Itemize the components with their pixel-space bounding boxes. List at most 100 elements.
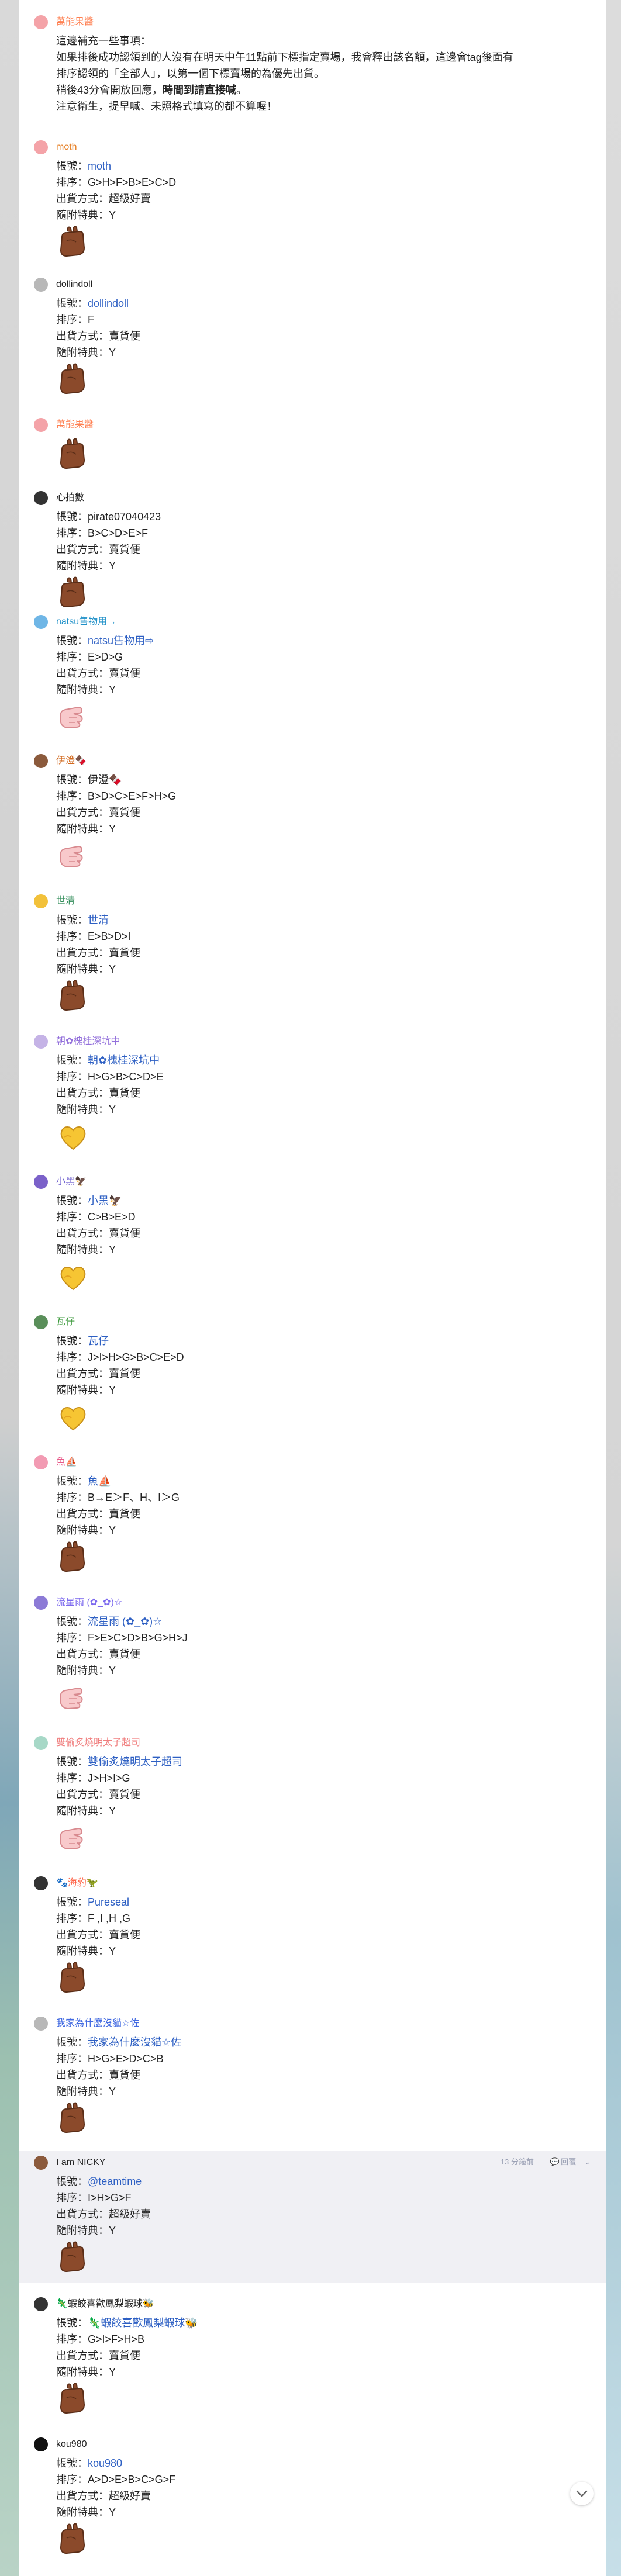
field-label: 隨附特典： <box>56 209 109 221</box>
avatar[interactable] <box>34 15 48 29</box>
avatar[interactable] <box>34 1455 48 1469</box>
account-link[interactable]: Pureseal <box>88 1896 129 1908</box>
message-text-part: 稍後43分會開放回應， <box>56 84 163 96</box>
author-name[interactable]: 瓦仔 <box>56 1316 75 1329</box>
field-value: A>D>E>B>C>G>F <box>88 2474 176 2485</box>
chat-message: 心拍數 帳號：pirate07040423 排序：B>C>D>E>F 出貨方式：賣貨便… <box>19 486 606 608</box>
account-link[interactable]: 小黑🦅 <box>88 1195 122 1206</box>
account-link[interactable]: 我家為什麼沒貓☆佐 <box>88 2036 181 2048</box>
field-label: 出貨方式： <box>56 2208 109 2220</box>
author-name[interactable]: 萬能果醬 <box>56 419 94 431</box>
account-link[interactable]: kou980 <box>88 2457 122 2469</box>
message-field: 排序：F <box>56 312 94 328</box>
avatar[interactable] <box>34 140 48 154</box>
brown-hand-sticker <box>56 2102 90 2136</box>
author-name[interactable]: 🐾海豹🦖 <box>56 1877 98 1890</box>
avatar[interactable] <box>34 1175 48 1189</box>
account-link[interactable]: 雙偷炙燒明太子超司 <box>88 1756 182 1768</box>
chat-message: 世清 帳號：世清 排序：E>B>D>I 出貨方式：賣貨便 隨附特典：Y <box>19 890 606 1015</box>
message-text-line: 注意衛生，提早喊、未照格式填寫的都不算喔！ <box>56 101 277 112</box>
avatar[interactable] <box>34 754 48 768</box>
author-name[interactable]: 魚⛵ <box>56 1456 77 1469</box>
avatar[interactable] <box>34 615 48 629</box>
message-field: 出貨方式：超級好賣 <box>56 191 151 207</box>
message-field: 帳號：雙偷炙燒明太子超司 <box>56 1754 182 1770</box>
yellow-heart-sticker <box>56 1401 90 1434</box>
field-value: pirate07040423 <box>88 511 161 523</box>
avatar[interactable] <box>34 1876 48 1890</box>
author-name[interactable]: dollindoll <box>56 278 92 291</box>
field-label: 帳號： <box>56 298 88 309</box>
message-field: 出貨方式：賣貨便 <box>56 1085 140 1101</box>
more-chevron-icon[interactable]: ⌄ <box>584 2157 591 2166</box>
message-field: 隨附特典：Y <box>56 1382 116 1398</box>
avatar[interactable] <box>34 1736 48 1750</box>
avatar[interactable] <box>34 894 48 908</box>
account-link[interactable]: 朝✿槐桂深坑中 <box>88 1054 160 1066</box>
avatar[interactable] <box>34 418 48 432</box>
message-field: 帳號：瓦仔 <box>56 1333 109 1349</box>
pink-hand-sticker <box>56 1821 90 1855</box>
field-value: J>H>I>G <box>88 1772 130 1784</box>
scroll-down-button[interactable] <box>570 2482 594 2505</box>
field-value: 賣貨便 <box>109 1508 140 1520</box>
account-link[interactable]: natsu售物用⇨ <box>88 635 154 646</box>
avatar[interactable] <box>34 278 48 292</box>
account-link[interactable]: 🦎蝦餃喜歡鳳梨蝦球🐝 <box>88 2317 198 2329</box>
author-name[interactable]: I am NICKY <box>56 2156 105 2169</box>
author-name[interactable]: 伊澄🍫 <box>56 755 87 767</box>
field-value: 賣貨便 <box>109 1648 140 1660</box>
field-value: 伊澄🍫 <box>88 774 122 786</box>
chat-message: 我家為什麼沒貓☆佐 帳號：我家為什麼沒貓☆佐 排序：H>G>E>D>C>B 出貨方式：… <box>19 2012 606 2138</box>
avatar[interactable] <box>34 2017 48 2031</box>
field-label: 排序： <box>56 1492 88 1503</box>
avatar[interactable] <box>34 1596 48 1610</box>
avatar[interactable] <box>34 1315 48 1329</box>
field-label: 隨附特典： <box>56 560 109 572</box>
field-value: Y <box>109 1384 116 1396</box>
field-label: 排序： <box>56 2053 88 2065</box>
avatar[interactable] <box>34 491 48 505</box>
avatar[interactable] <box>34 1035 48 1049</box>
author-name[interactable]: moth <box>56 141 77 154</box>
author-name[interactable]: 小黑🦅 <box>56 1175 87 1188</box>
chat-panel: 萬能果醬 這邊補充一些事項： 如果排後成功認領到的人沒有在明天中午11點前下標指定賣… <box>19 0 606 2576</box>
avatar[interactable] <box>34 2297 48 2311</box>
author-name[interactable]: natsu售物用→ <box>56 616 116 628</box>
message-field: 隨附特典：Y <box>56 1242 116 1258</box>
account-link[interactable]: @teamtime <box>88 2176 142 2187</box>
message-text-line: 稍後43分會開放回應，時間到請直接喊。 <box>56 82 247 98</box>
author-name[interactable]: 我家為什麼沒貓☆佐 <box>56 2017 139 2030</box>
reply-button[interactable]: 💬 回覆 <box>542 2157 576 2166</box>
account-link[interactable]: dollindoll <box>88 298 129 309</box>
author-name[interactable]: 朝✿槐桂深坑中 <box>56 1035 120 1048</box>
avatar[interactable] <box>34 2437 48 2451</box>
message-field: 隨附特典：Y <box>56 2364 116 2380</box>
field-label: 出貨方式： <box>56 1087 109 1099</box>
account-link[interactable]: 世清 <box>88 914 109 926</box>
message-field: 帳號：moth <box>56 158 111 174</box>
message-field: 排序：G>H>F>B>E>C>D <box>56 174 176 191</box>
chat-message: 雙偷炙燒明太子超司 帳號：雙偷炙燒明太子超司 排序：J>H>I>G 出貨方式：賣貨便隨… <box>19 1731 606 1857</box>
account-link[interactable]: moth <box>88 160 111 172</box>
author-name[interactable]: 流星雨 (✿_✿)☆ <box>56 1596 122 1609</box>
message-field: 排序：E>D>G <box>56 649 123 665</box>
brown-hand-sticker <box>56 2523 90 2557</box>
field-label: 排序： <box>56 2333 88 2345</box>
author-name[interactable]: 雙偷炙燒明太子超司 <box>56 1737 140 1749</box>
message-text-line: 排序認領的「全部人」，以第一個下標賣場的為優先出貨。 <box>56 68 325 79</box>
author-name[interactable]: 🦎蝦餃喜歡鳳梨蝦球🐝 <box>56 2298 154 2311</box>
author-name[interactable]: 心拍數 <box>56 492 84 504</box>
account-link[interactable]: 流星雨 (✿_✿)☆ <box>88 1616 162 1627</box>
author-name[interactable]: kou980 <box>56 2438 87 2451</box>
message-field: 帳號：kou980 <box>56 2455 122 2471</box>
author-name[interactable]: 萬能果醬 <box>56 16 94 29</box>
account-link[interactable]: 瓦仔 <box>88 1335 109 1347</box>
field-value: 賣貨便 <box>109 947 140 959</box>
account-link[interactable]: 魚⛵ <box>88 1475 111 1487</box>
author-name[interactable]: 世清 <box>56 895 75 908</box>
brown-hand-sticker <box>56 363 90 397</box>
avatar[interactable] <box>34 2156 48 2170</box>
chat-message: moth 帳號：moth 排序：G>H>F>B>E>C>D 出貨方式：超級好賣 隨附特典… <box>19 136 606 258</box>
field-value: G>H>F>B>E>C>D <box>88 177 177 188</box>
